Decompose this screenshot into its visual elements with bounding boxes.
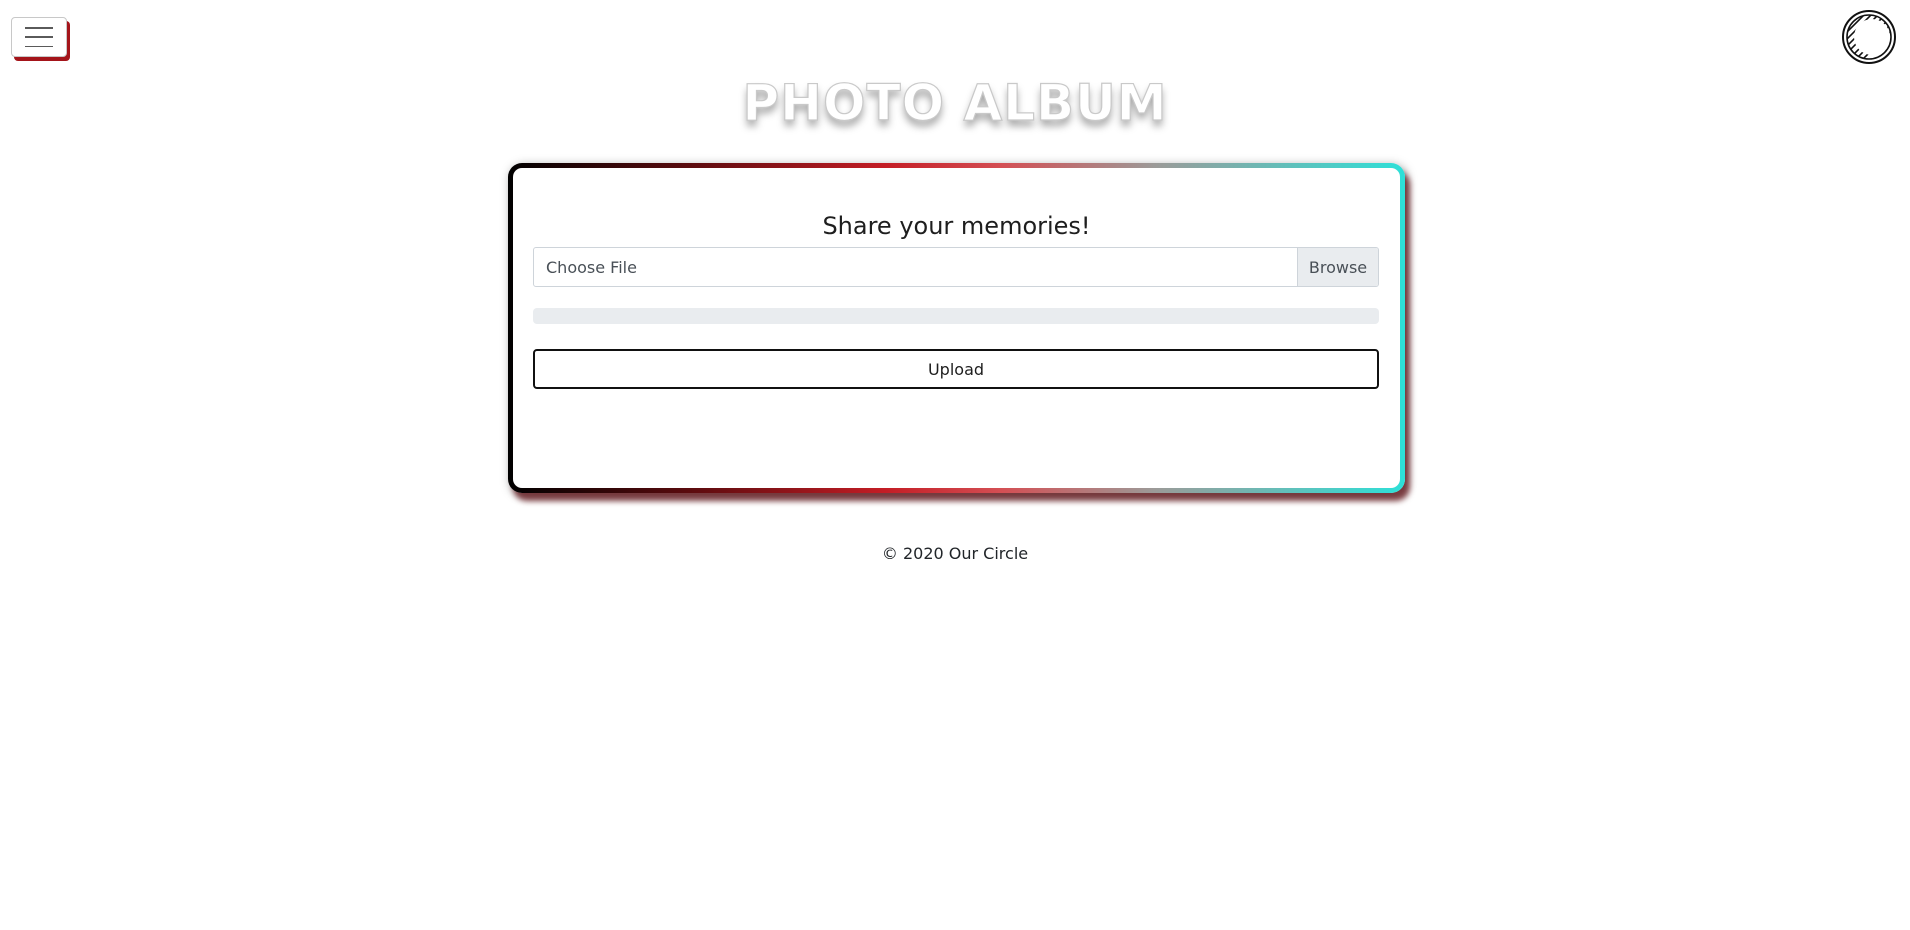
upload-card-body: Share your memories! Choose File Browse … (513, 168, 1400, 488)
browse-button[interactable]: Browse (1297, 248, 1378, 286)
file-input-placeholder[interactable]: Choose File (534, 248, 1297, 286)
file-input[interactable]: Choose File Browse (533, 247, 1379, 287)
footer-copyright: © 2020 Our Circle (881, 544, 1029, 563)
page-title: PHOTO ALBUM (742, 73, 1168, 132)
hamburger-menu-icon (25, 27, 53, 47)
menu-toggle-button[interactable] (11, 17, 67, 57)
upload-button[interactable]: Upload (533, 349, 1379, 389)
card-heading: Share your memories! (822, 212, 1091, 240)
upload-card: Share your memories! Choose File Browse … (508, 163, 1405, 493)
circle-logo-icon[interactable] (1842, 10, 1896, 64)
upload-progress-bar (533, 308, 1379, 324)
